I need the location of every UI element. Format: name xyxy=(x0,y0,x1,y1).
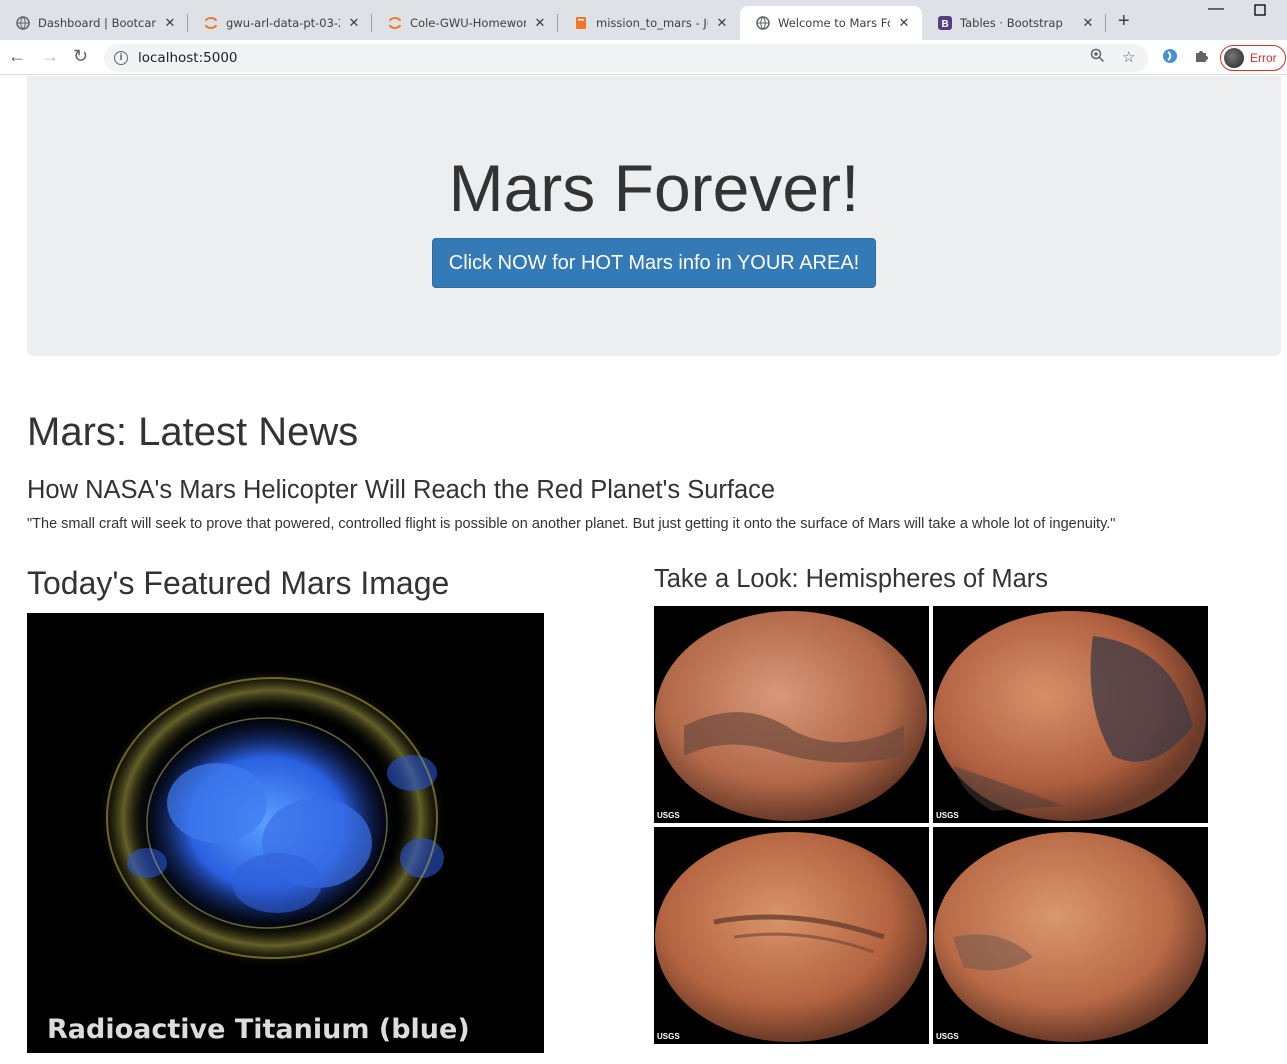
hemisphere-image: USGS xyxy=(654,827,929,1044)
close-tab-icon[interactable]: ✕ xyxy=(714,15,730,31)
new-tab-icon[interactable]: + xyxy=(1118,10,1130,33)
bootstrap-icon: B xyxy=(938,16,952,30)
back-arrow-icon[interactable]: ← xyxy=(8,46,26,67)
profile-status: Error xyxy=(1250,51,1277,65)
tab-title: Dashboard | Bootcamp xyxy=(38,16,156,30)
usgs-logo: USGS xyxy=(936,811,959,820)
featured-image-caption: Radioactive Titanium (blue) xyxy=(47,1014,470,1045)
jupyter-icon xyxy=(388,16,402,30)
extension-icon[interactable] xyxy=(1162,48,1178,68)
browser-tab[interactable]: Cole-GWU-Homework ✕ xyxy=(372,6,558,40)
browser-toolbar: ← → ↻ i localhost:5000 ☆ Error xyxy=(0,40,1287,75)
url-text: localhost:5000 xyxy=(138,50,238,66)
browser-tab[interactable]: Dashboard | Bootcamp ✕ xyxy=(0,6,188,40)
browser-tab[interactable]: B Tables · Bootstrap ✕ xyxy=(922,6,1106,40)
address-bar[interactable]: i localhost:5000 xyxy=(104,44,1148,72)
usgs-logo: USGS xyxy=(657,811,680,820)
minimize-icon[interactable]: — xyxy=(1208,0,1224,18)
close-tab-icon[interactable]: ✕ xyxy=(346,15,362,31)
star-icon[interactable]: ☆ xyxy=(1122,48,1135,66)
browser-tab[interactable]: mission_to_mars - Jupyter ✕ xyxy=(558,6,740,40)
puzzle-icon[interactable] xyxy=(1194,48,1209,67)
close-tab-icon[interactable]: ✕ xyxy=(162,15,178,31)
reload-icon[interactable]: ↻ xyxy=(73,46,88,67)
forward-arrow-icon[interactable]: → xyxy=(41,46,59,67)
hemisphere-image: USGS xyxy=(654,606,929,823)
featured-image-heading: Today's Featured Mars Image xyxy=(27,565,450,601)
hemisphere-image: USGS xyxy=(933,827,1208,1044)
featured-image: Radioactive Titanium (blue) xyxy=(27,613,544,1053)
usgs-logo: USGS xyxy=(657,1032,680,1041)
browser-tab-active[interactable]: Welcome to Mars Forever ✕ xyxy=(740,6,922,40)
tab-title: Welcome to Mars Forever xyxy=(778,16,890,30)
hemisphere-image: USGS xyxy=(933,606,1208,823)
globe-icon xyxy=(756,16,770,30)
svg-text:B: B xyxy=(942,19,949,30)
tab-title: Tables · Bootstrap xyxy=(960,16,1063,30)
close-tab-icon[interactable]: ✕ xyxy=(532,15,548,31)
globe-icon xyxy=(16,16,30,30)
browser-tab-strip: Dashboard | Bootcamp ✕ gwu-arl-data-pt-0… xyxy=(0,0,1287,40)
hemispheres-heading: Take a Look: Hemispheres of Mars xyxy=(654,565,1049,593)
jumbotron: Mars Forever! Click NOW for HOT Mars inf… xyxy=(27,76,1281,356)
browser-tab[interactable]: gwu-arl-data-pt-03-20 ✕ xyxy=(188,6,372,40)
page-title: Mars Forever! xyxy=(448,151,860,225)
tab-title: mission_to_mars - Jupyter xyxy=(596,16,708,30)
maximize-icon[interactable] xyxy=(1254,3,1266,21)
usgs-logo: USGS xyxy=(936,1032,959,1041)
profile-error-button[interactable]: Error xyxy=(1220,45,1286,71)
news-title: How NASA's Mars Helicopter Will Reach th… xyxy=(27,476,776,504)
scrape-button[interactable]: Click NOW for HOT Mars info in YOUR AREA… xyxy=(432,238,876,288)
notebook-icon xyxy=(574,16,588,30)
news-heading: Mars: Latest News xyxy=(27,410,359,454)
tab-title: Cole-GWU-Homework xyxy=(410,16,526,30)
jupyter-icon xyxy=(204,16,218,30)
zoom-icon[interactable] xyxy=(1090,48,1105,67)
tab-title: gwu-arl-data-pt-03-20 xyxy=(226,16,340,30)
avatar xyxy=(1224,48,1244,68)
info-icon[interactable]: i xyxy=(114,51,128,65)
close-tab-icon[interactable]: ✕ xyxy=(896,15,912,31)
news-paragraph: "The small craft will seek to prove that… xyxy=(27,516,1116,532)
close-tab-icon[interactable]: ✕ xyxy=(1080,15,1096,31)
